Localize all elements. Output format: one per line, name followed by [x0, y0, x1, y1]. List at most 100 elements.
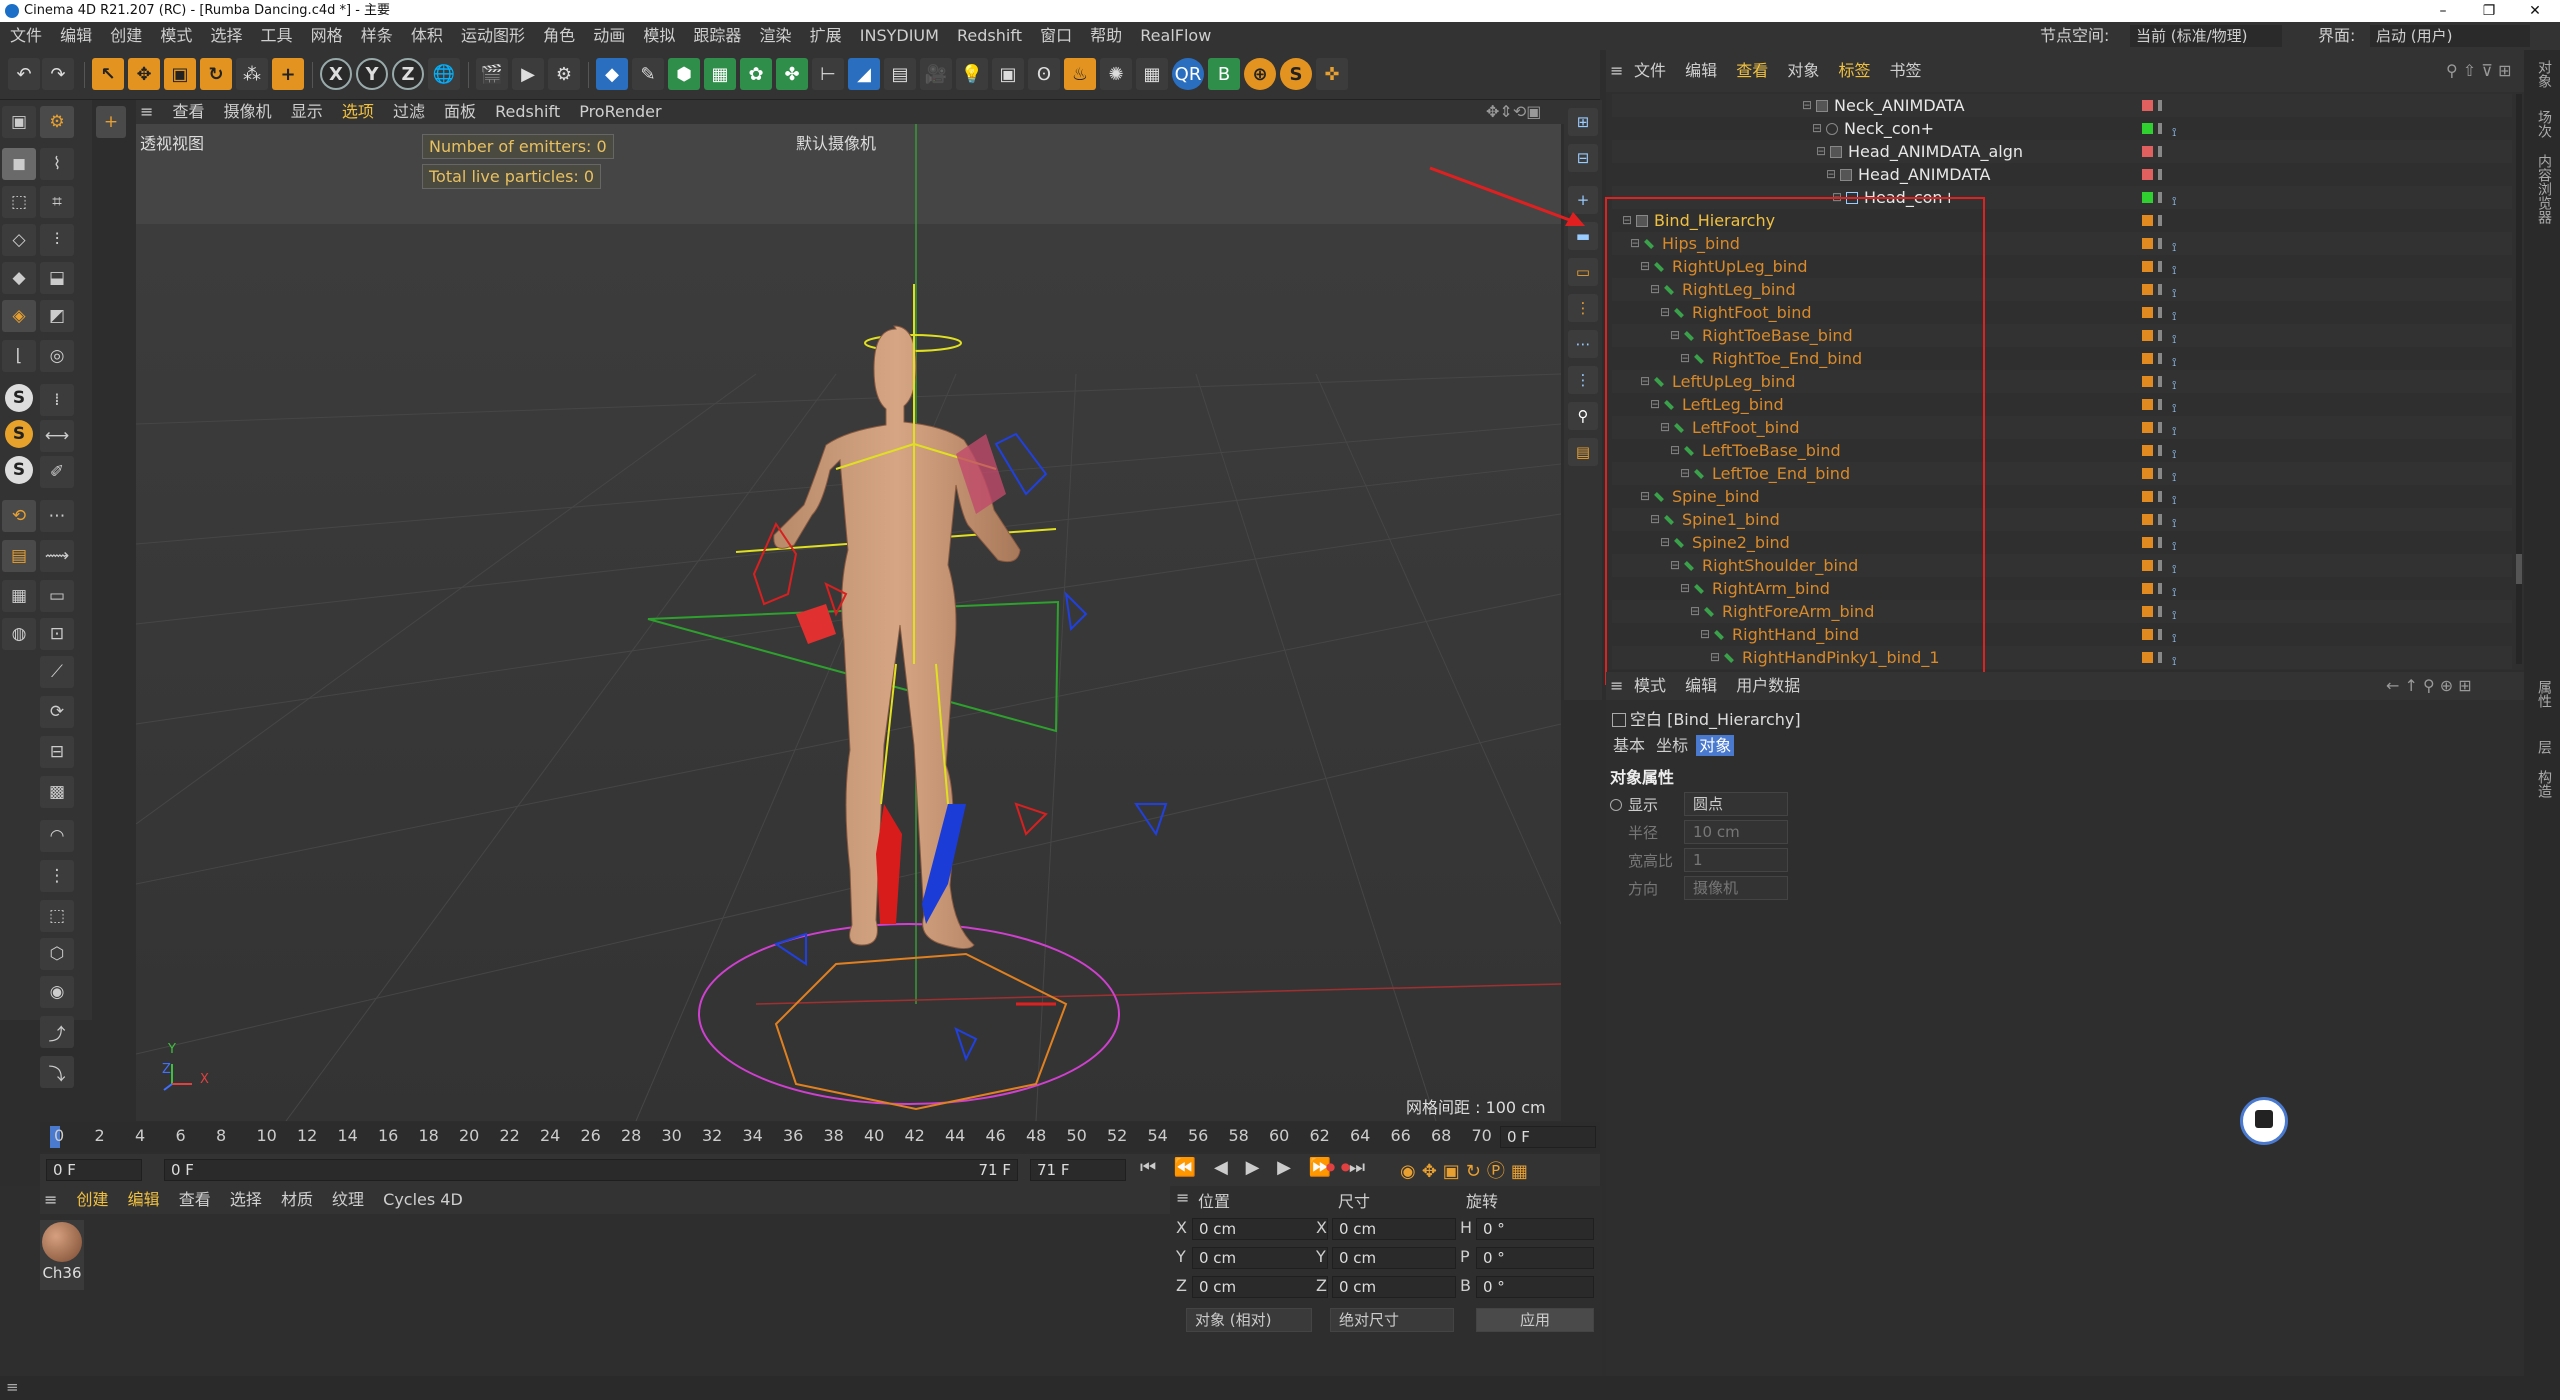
layer-color-icon[interactable] [2142, 353, 2153, 364]
menu-file[interactable]: 文件 [10, 26, 42, 45]
menu-volume[interactable]: 体积 [411, 26, 443, 45]
bridge-tool-icon[interactable]: ⫶ [40, 224, 74, 256]
menu-mode[interactable]: 模式 [160, 26, 192, 45]
visibility-dots-icon[interactable] [2158, 537, 2162, 548]
viewport-nav-icon[interactable]: ✥⇕⟲▣ [1486, 100, 1541, 124]
visibility-dots-icon[interactable] [2158, 491, 2162, 502]
undo-icon[interactable]: ↶ [8, 58, 40, 90]
layer-color-icon[interactable] [2142, 583, 2153, 594]
layer-color-icon[interactable] [2142, 123, 2153, 134]
layer-color-icon[interactable] [2142, 537, 2153, 548]
polygon-pen-icon[interactable]: ⟋ [40, 656, 74, 688]
mat-menu-view[interactable]: 查看 [179, 1190, 211, 1209]
vp-menu-prorender[interactable]: ProRender [579, 102, 661, 121]
layer-color-icon[interactable] [2142, 307, 2153, 318]
joint-icon[interactable]: ⊢ [812, 58, 844, 90]
vp-menu-display[interactable]: 显示 [291, 102, 323, 121]
tab-content-browser[interactable]: 内容浏览器 [2534, 154, 2554, 224]
tab-objects[interactable]: 对象 [2534, 60, 2554, 88]
visibility-dots-icon[interactable] [2158, 514, 2162, 525]
visibility-dots-icon[interactable] [2158, 261, 2162, 272]
attr-tab-basic[interactable]: 基本 [1610, 735, 1648, 756]
attr-nav-icons[interactable]: ← ↑ ⚲ ⊕ ⊞ [2386, 672, 2472, 700]
x-axis-lock-icon[interactable]: X [320, 58, 352, 90]
vp-menu-options[interactable]: 选项 [342, 102, 374, 121]
solo-s-icon[interactable]: S [5, 456, 33, 484]
tab-takes[interactable]: 场次 [2534, 110, 2554, 138]
apply-button[interactable]: 应用 [1476, 1308, 1594, 1332]
visibility-dots-icon[interactable] [2158, 330, 2162, 341]
mat-menu-texture[interactable]: 纹理 [332, 1190, 364, 1209]
emitter-icon[interactable]: ♨ [1064, 58, 1096, 90]
layer-icon[interactable]: ▤ [2, 540, 36, 572]
visibility-dots-icon[interactable] [2158, 192, 2162, 203]
vp-menu-filter[interactable]: 过滤 [393, 102, 425, 121]
display-radio-icon[interactable] [1610, 799, 1622, 811]
end-frame-field[interactable]: 71 F [1030, 1159, 1126, 1181]
attr-menu-userdata[interactable]: 用户数据 [1736, 676, 1800, 695]
object-row[interactable]: ⊟ Head_ANIMDATA_algn [1612, 140, 2512, 163]
visibility-dots-icon[interactable] [2158, 123, 2162, 134]
iron-tool-icon[interactable]: ▭ [40, 580, 74, 612]
visibility-dots-icon[interactable] [2158, 146, 2162, 157]
subdivision-icon[interactable]: ⬢ [668, 58, 700, 90]
render-settings-icon[interactable]: ⚙ [548, 58, 580, 90]
layer-color-icon[interactable] [2142, 261, 2153, 272]
maximize-icon[interactable]: ❐ [2466, 0, 2512, 22]
layer-color-icon[interactable] [2142, 100, 2153, 111]
layer-color-icon[interactable] [2142, 629, 2153, 640]
menu-help[interactable]: 帮助 [1090, 26, 1122, 45]
mat-menu-cycles[interactable]: Cycles 4D [383, 1190, 463, 1209]
plugin-badge-icon[interactable] [2240, 1097, 2288, 1145]
layer-color-icon[interactable] [2142, 422, 2153, 433]
visibility-dots-icon[interactable] [2158, 445, 2162, 456]
object-row[interactable]: ⊟ Neck_ANIMDATA [1612, 94, 2512, 117]
menu-create[interactable]: 创建 [110, 26, 142, 45]
orientation-select[interactable]: 摄像机 [1684, 876, 1788, 900]
pen-icon[interactable]: ✎ [632, 58, 664, 90]
lasso-icon[interactable]: ◠ [40, 820, 74, 852]
visibility-dots-icon[interactable] [2158, 100, 2162, 111]
stitch-tool-icon[interactable]: ⋯ [40, 500, 74, 532]
grid-icon[interactable]: ▦ [1136, 58, 1168, 90]
weld-tool-icon[interactable]: ◎ [40, 340, 74, 372]
select-tool-icon[interactable]: ↖ [92, 58, 124, 90]
rot-h-field[interactable]: 0 ° [1476, 1218, 1594, 1240]
size-y-field[interactable]: 0 cm [1332, 1247, 1456, 1269]
visibility-dots-icon[interactable] [2158, 422, 2162, 433]
key-buttons[interactable]: ◉✥▣↻Ⓟ▦ [1400, 1157, 1534, 1183]
tab-attributes[interactable]: 属性 [2534, 680, 2554, 708]
coord-menu-icon[interactable]: ≡ [1176, 1188, 1189, 1207]
dissolve-icon[interactable]: ⊟ [40, 736, 74, 768]
array-icon[interactable]: ▦ [704, 58, 736, 90]
layout-select[interactable]: 启动 (用户) [2370, 25, 2530, 47]
brush-tool-icon[interactable]: ✐ [40, 456, 74, 488]
vp-menu-panel[interactable]: 面板 [444, 102, 476, 121]
expand-toggle-icon[interactable]: ⊟ [1826, 163, 1836, 186]
layer-color-icon[interactable] [2142, 514, 2153, 525]
sculpt-icon[interactable]: ⤵ [40, 1056, 74, 1088]
magnet-icon[interactable]: ⟲ [2, 500, 36, 532]
close-icon[interactable]: ✕ [2512, 0, 2558, 22]
layer-color-icon[interactable] [2142, 606, 2153, 617]
tweak-icon[interactable]: ▦ [2, 580, 36, 612]
layer-color-icon[interactable] [2142, 169, 2153, 180]
particle-icon[interactable]: ✺ [1100, 58, 1132, 90]
light-icon[interactable]: 💡 [956, 58, 988, 90]
render-region-icon[interactable]: 🎬 [476, 58, 508, 90]
current-frame-field[interactable]: 0 F [1500, 1126, 1596, 1148]
menu-redshift[interactable]: Redshift [957, 26, 1022, 45]
menu-window[interactable]: 窗口 [1040, 26, 1072, 45]
size-x-field[interactable]: 0 cm [1332, 1218, 1456, 1240]
edges-mode-icon[interactable]: ◇ [2, 224, 36, 256]
pos-y-field[interactable]: 0 cm [1192, 1247, 1328, 1269]
attr-menu-mode[interactable]: 模式 [1634, 676, 1666, 695]
keyframe-icon[interactable]: ⋮ [1568, 294, 1598, 322]
menu-mograph[interactable]: 运动图形 [461, 26, 525, 45]
points-mode-icon[interactable]: ⬚ [2, 186, 36, 218]
rot-b-field[interactable]: 0 ° [1476, 1276, 1594, 1298]
menu-mesh[interactable]: 网格 [311, 26, 343, 45]
poly-select-icon[interactable]: ⬡ [40, 938, 74, 970]
timeline-icon[interactable]: ▭ [1568, 258, 1598, 286]
motion-icon[interactable]: ⋯ [1568, 330, 1598, 358]
